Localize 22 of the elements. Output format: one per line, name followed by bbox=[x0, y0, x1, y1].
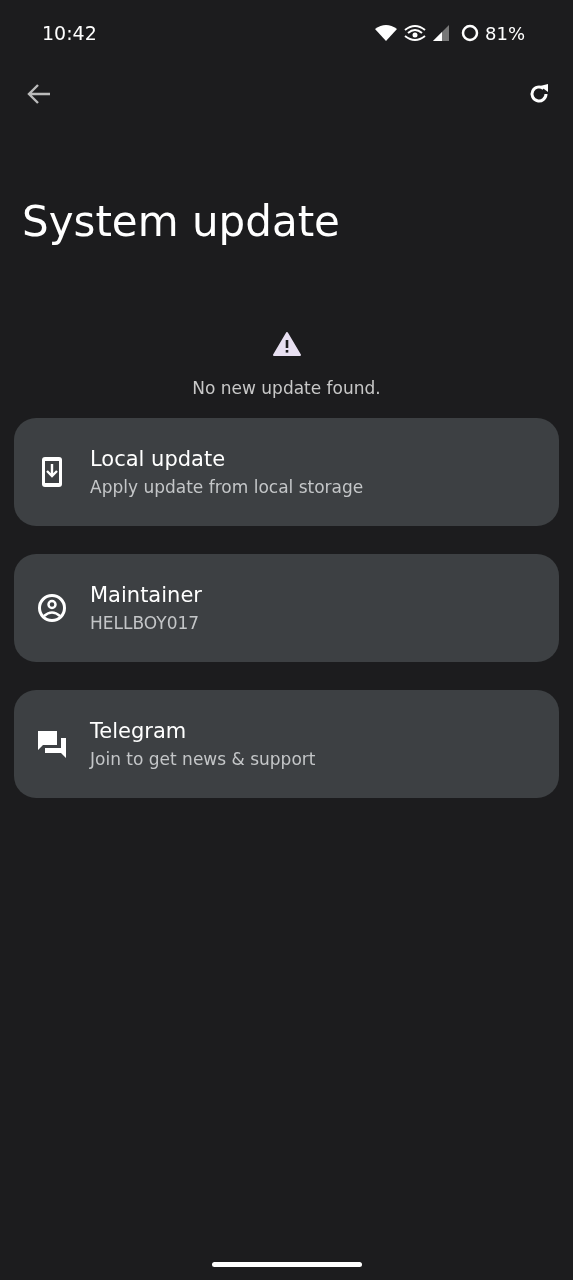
settings-card[interactable]: Local update Apply update from local storage bbox=[14, 418, 559, 526]
card-subtitle: Apply update from local storage bbox=[90, 477, 364, 497]
page-title: System update bbox=[22, 196, 341, 248]
status-time: 10:42 bbox=[42, 22, 97, 44]
card-title: Maintainer bbox=[90, 583, 202, 607]
card-title: Local update bbox=[90, 447, 227, 471]
person-circle-icon bbox=[37, 593, 67, 623]
hotspot-icon bbox=[403, 24, 427, 42]
settings-card[interactable]: Maintainer HELLBOY017 bbox=[14, 554, 559, 662]
wifi-icon bbox=[375, 25, 397, 41]
settings-card[interactable]: Telegram Join to get news & support bbox=[14, 690, 559, 798]
status-message: No new update found. bbox=[192, 378, 381, 398]
card-title: Telegram bbox=[90, 719, 188, 743]
signal-icon bbox=[433, 25, 449, 41]
chat-icon bbox=[37, 729, 67, 759]
battery-percent: 81% bbox=[485, 22, 525, 44]
card-subtitle: Join to get news & support bbox=[90, 749, 316, 769]
back-icon[interactable] bbox=[26, 83, 52, 105]
warning-icon bbox=[272, 332, 301, 356]
download-phone-icon bbox=[41, 456, 63, 488]
battery-icon bbox=[461, 24, 479, 42]
card-subtitle: HELLBOY017 bbox=[90, 613, 201, 633]
